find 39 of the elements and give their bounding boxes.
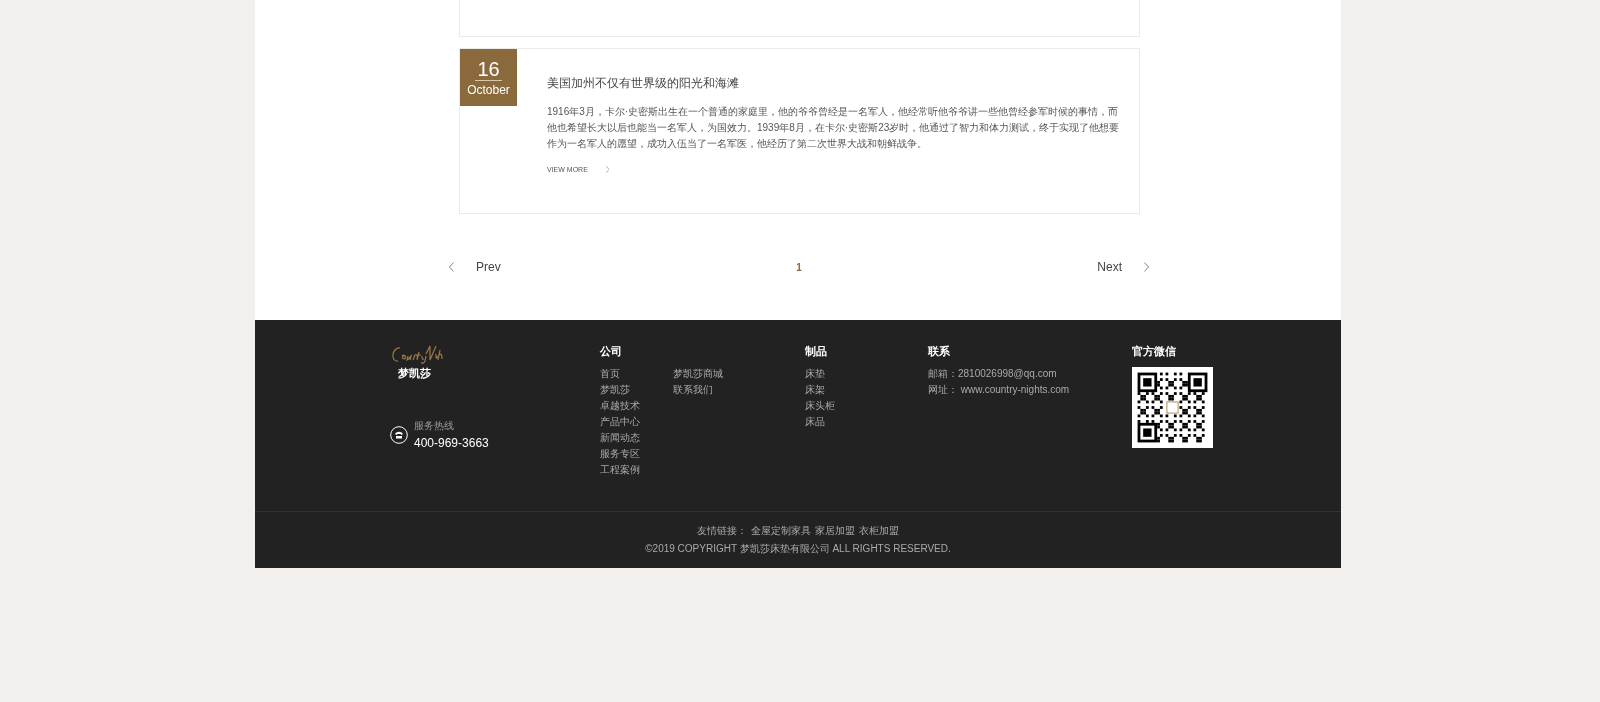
page-number[interactable]: 1 — [796, 261, 802, 273]
date-month: October — [467, 83, 510, 97]
logo-script-drawing — [390, 344, 444, 366]
footer-link[interactable]: 新闻动态 — [600, 431, 673, 447]
footer-link[interactable]: 联系我们 — [673, 383, 746, 399]
footer-link[interactable]: 床品 — [805, 415, 885, 431]
copyright-text: ©2019 COPYRIGHT 梦凯莎床垫有限公司 ALL RIGHTS RESERVED. — [645, 542, 951, 556]
hotline-label: 服务热线 — [414, 419, 455, 433]
chevron-right-icon — [1144, 262, 1149, 272]
chevron-left-icon — [449, 262, 454, 272]
footer-link[interactable]: 梦凯莎商城 — [673, 367, 746, 383]
column-title: 公司 — [600, 344, 623, 359]
hotline-number: 400-969-3663 — [414, 436, 489, 450]
contact-text: 网址： www.country-nights.com — [928, 383, 1071, 397]
prev-link[interactable]: Prev — [449, 260, 501, 274]
footer-link[interactable]: 卓越技术 — [600, 399, 673, 415]
column-title: 官方微信 — [1132, 344, 1177, 359]
column-title: 联系 — [928, 344, 951, 359]
article-excerpt: 1916年3月，卡尔·史密斯出生在一个普通的家庭里，他的爷爷曾经是一名军人，他经常听他爷爷讲一些他曾经参军时候的事情，而他也希望长大以后也能当一名军人，为国效力。1939年8月，在卡尔·史密斯23岁时，他通过了智力和体力测试，终于实现了他想要作为一名军人的愿望，成功入伍当了一名军医，他经历了第二次世界大战和朝鲜战争。 — [547, 105, 1121, 151]
brand-name: 梦凯莎 — [398, 366, 432, 381]
footer-link[interactable]: 床架 — [805, 383, 885, 399]
phone-icon — [390, 425, 408, 444]
footer-link[interactable]: 床头柜 — [805, 399, 885, 415]
footer-link[interactable]: 服务专区 — [600, 447, 673, 463]
friend-link[interactable]: 家居加盟 — [815, 524, 855, 538]
column-title: 制品 — [805, 344, 828, 359]
chevron-right-icon — [605, 166, 610, 173]
article-title: 美国加州不仅有世界级的阳光和海滩 — [547, 75, 740, 92]
footer-link[interactable]: 首页 — [600, 367, 673, 383]
friend-links-label: 友情链接： — [697, 524, 747, 538]
footer-link[interactable]: 工程案例 — [600, 463, 673, 479]
friend-link[interactable]: 全屋定制家具 — [751, 524, 811, 538]
footer-link[interactable]: 梦凯莎 — [600, 383, 673, 399]
date-day: 16 — [475, 58, 502, 81]
contact-text: 邮箱：2810026998@qq.com — [928, 367, 1058, 381]
next-link[interactable]: Next — [1097, 260, 1149, 274]
footer-link[interactable]: 产品中心 — [600, 415, 673, 431]
friend-link[interactable]: 衣柜加盟 — [859, 524, 899, 538]
footer-link[interactable]: 床垫 — [805, 367, 885, 383]
